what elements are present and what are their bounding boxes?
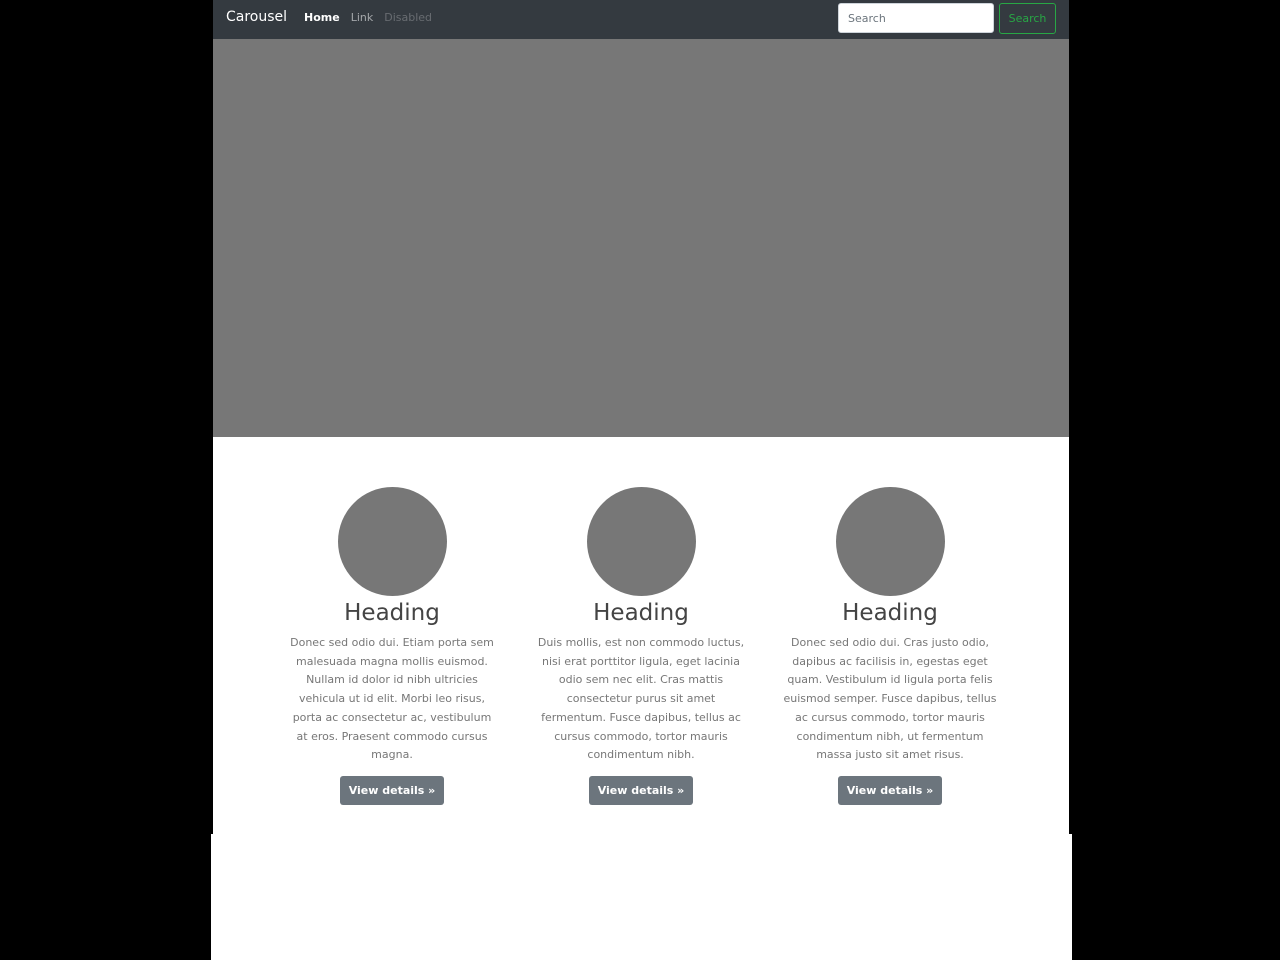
placeholder-circle-image [586, 487, 696, 596]
column-heading: Heading [842, 600, 938, 626]
column-heading: Heading [593, 600, 689, 626]
marketing-column: Heading Donec sed odio dui. Etiam porta … [285, 487, 499, 805]
column-heading: Heading [344, 600, 440, 626]
search-button[interactable]: Search [999, 3, 1056, 34]
nav-link-home[interactable]: Home [304, 11, 340, 24]
view-details-button[interactable]: View details » [837, 775, 943, 805]
placeholder-circle-image [835, 487, 945, 596]
nav-links: Home Link Disabled [304, 11, 443, 24]
placeholder-circle-image [337, 487, 447, 596]
nav-link-disabled: Disabled [384, 11, 433, 24]
column-text: Donec sed odio dui. Etiam porta sem male… [290, 636, 494, 762]
column-text: Duis mollis, est non commodo luctus, nis… [537, 636, 745, 762]
view-details-button[interactable]: View details » [588, 775, 694, 805]
carousel-slide[interactable] [213, 39, 1069, 437]
navbar-brand[interactable]: Carousel [226, 9, 287, 25]
nav-link-link[interactable]: Link [351, 11, 374, 24]
marketing-column: Heading Duis mollis, est non commodo luc… [534, 487, 748, 805]
marketing-column: Heading Donec sed odio dui. Cras justo o… [783, 487, 997, 805]
search-input[interactable] [838, 3, 994, 33]
navbar: Carousel Home Link Disabled Search [213, 0, 1069, 39]
view-details-button[interactable]: View details » [339, 775, 445, 805]
page-frame: Carousel Home Link Disabled Search Headi… [213, 0, 1069, 835]
column-text: Donec sed odio dui. Cras justo odio, dap… [783, 636, 997, 762]
page-bottom-area [211, 834, 1072, 960]
